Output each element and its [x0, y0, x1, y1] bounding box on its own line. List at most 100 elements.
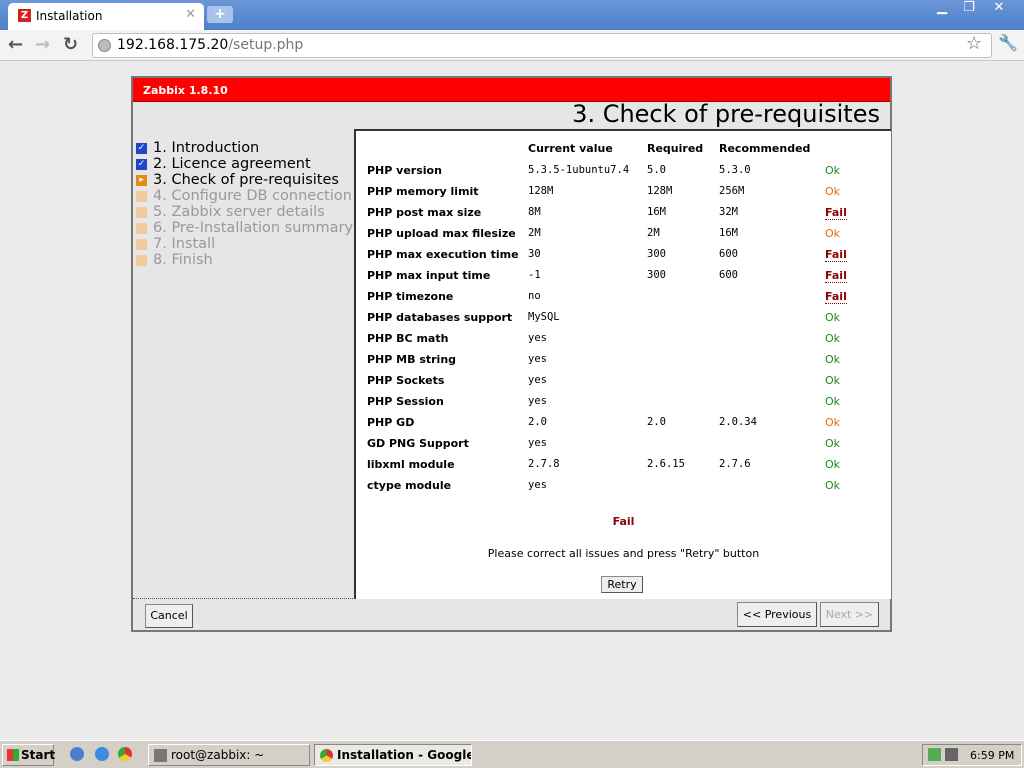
current-value: -1	[528, 269, 541, 281]
close-window-button[interactable]: ✕	[984, 0, 1014, 18]
tab-strip: Z Installation ✕ + ▁ ❐ ✕	[0, 0, 1024, 30]
pending-step-icon	[136, 223, 147, 234]
url-host: 192.168.175.20	[117, 37, 229, 53]
wrench-icon[interactable]: 🔧	[998, 33, 1018, 52]
required-value: 2.0	[647, 416, 666, 428]
task-label: Installation - Google ...	[337, 748, 472, 762]
system-tray: 6:59 PM	[922, 744, 1022, 766]
bookmark-star-icon[interactable]: ☆	[966, 33, 982, 54]
step-label: 7. Install	[153, 236, 216, 252]
status-badge[interactable]: Fail	[825, 206, 847, 220]
address-bar[interactable]: 192.168.175.20/setup.php	[92, 33, 992, 58]
table-row: PHP version 5.3.5-1ubuntu7.4 5.0 5.3.0 Ok	[356, 164, 886, 182]
status-badge: Ok	[825, 164, 841, 177]
show-desktop-icon[interactable]	[70, 747, 84, 761]
current-value: 2.0	[528, 416, 547, 428]
requirement-name: PHP databases support	[367, 311, 513, 324]
step-label: 3. Check of pre-requisites	[153, 172, 339, 188]
network-icon[interactable]	[928, 748, 941, 761]
status-badge: Ok	[825, 227, 841, 240]
chrome-icon	[320, 749, 333, 762]
ie-icon[interactable]	[95, 747, 109, 761]
step-item: 4. Configure DB connection	[136, 188, 353, 204]
current-value: 5.3.5-1ubuntu7.4	[528, 164, 630, 176]
table-row: PHP Sockets yes Ok	[356, 374, 886, 392]
table-row: PHP databases support MySQL Ok	[356, 311, 886, 329]
current-value: 128M	[528, 185, 554, 197]
pending-step-icon	[136, 207, 147, 218]
start-button[interactable]: Start	[2, 744, 55, 766]
task-chrome[interactable]: Installation - Google ...	[314, 744, 472, 766]
reload-icon[interactable]: ↻	[63, 34, 78, 55]
forward-icon[interactable]: →	[35, 34, 50, 55]
vmware-icon[interactable]	[945, 748, 958, 761]
recommended-value: 2.0.34	[719, 416, 757, 428]
overall-status: Fail	[612, 515, 635, 528]
table-row: ctype module yes Ok	[356, 479, 886, 497]
status-badge: Ok	[825, 311, 841, 324]
clock: 6:59 PM	[970, 749, 1015, 762]
status-badge[interactable]: Fail	[825, 269, 847, 283]
current-value: yes	[528, 374, 547, 386]
required-value: 16M	[647, 206, 666, 218]
table-row: PHP BC math yes Ok	[356, 332, 886, 350]
requirement-name: PHP BC math	[367, 332, 449, 345]
cancel-button[interactable]: Cancel	[145, 604, 193, 628]
step-item: 5. Zabbix server details	[136, 204, 353, 220]
table-row: PHP memory limit 128M 128M 256M Ok	[356, 185, 886, 203]
status-badge[interactable]: Fail	[825, 290, 847, 304]
status-badge: Ok	[825, 458, 841, 471]
previous-button[interactable]: << Previous	[737, 602, 817, 627]
status-badge: Ok	[825, 374, 841, 387]
tab-title: Installation	[36, 9, 103, 23]
requirement-name: PHP MB string	[367, 353, 457, 366]
task-label: root@zabbix: ~	[171, 748, 265, 762]
step-item: 6. Pre-Installation summary	[136, 220, 353, 236]
requirement-name: PHP memory limit	[367, 185, 479, 198]
status-badge[interactable]: Fail	[825, 248, 847, 262]
url-path: /setup.php	[228, 37, 304, 53]
checkbox-checked-icon: ✓	[136, 159, 147, 170]
status-badge: Ok	[825, 353, 841, 366]
divider	[133, 598, 355, 599]
status-badge: Ok	[825, 479, 841, 492]
recommended-value: 32M	[719, 206, 738, 218]
current-value: 2M	[528, 227, 541, 239]
minimize-button[interactable]: ▁	[928, 0, 956, 18]
table-row: PHP post max size 8M 16M 32M Fail	[356, 206, 886, 224]
table-row: PHP upload max filesize 2M 2M 16M Ok	[356, 227, 886, 245]
requirement-name: PHP version	[367, 164, 442, 177]
recommended-value: 2.7.6	[719, 458, 751, 470]
step-label: 8. Finish	[153, 252, 213, 268]
recommended-value: 5.3.0	[719, 164, 751, 176]
browser-toolbar: ← → ↻ 192.168.175.20/setup.php	[0, 30, 1024, 61]
windows-logo-icon	[7, 749, 19, 761]
status-badge: Ok	[825, 437, 841, 450]
required-value: 300	[647, 269, 666, 281]
col-recommended: Recommended	[719, 142, 811, 155]
task-putty[interactable]: root@zabbix: ~	[148, 744, 310, 766]
checkbox-checked-icon: ✓	[136, 143, 147, 154]
wizard-header: Zabbix 1.8.10	[133, 78, 890, 102]
step-item: ✓ 2. Licence agreement	[136, 156, 353, 172]
table-row: PHP Session yes Ok	[356, 395, 886, 413]
pending-step-icon	[136, 255, 147, 266]
chrome-icon[interactable]	[118, 747, 132, 761]
requirement-name: PHP GD	[367, 416, 415, 429]
status-badge: Ok	[825, 332, 841, 345]
retry-message: Please correct all issues and press "Ret…	[487, 547, 760, 560]
next-button[interactable]: Next >>	[820, 602, 879, 627]
tab-installation[interactable]: Z Installation ✕	[8, 3, 204, 30]
retry-button[interactable]: Retry	[601, 576, 643, 593]
restore-button[interactable]: ❐	[955, 0, 983, 18]
requirement-name: PHP post max size	[367, 206, 482, 219]
page-title: 3. Check of pre-requisites	[572, 100, 880, 128]
close-tab-icon[interactable]: ✕	[185, 7, 196, 22]
back-icon[interactable]: ←	[8, 34, 23, 55]
required-value: 2M	[647, 227, 660, 239]
pending-step-icon	[136, 191, 147, 202]
current-value: MySQL	[528, 311, 560, 323]
requirement-name: ctype module	[367, 479, 452, 492]
new-tab-button[interactable]: +	[207, 6, 233, 23]
requirement-name: GD PNG Support	[367, 437, 469, 450]
